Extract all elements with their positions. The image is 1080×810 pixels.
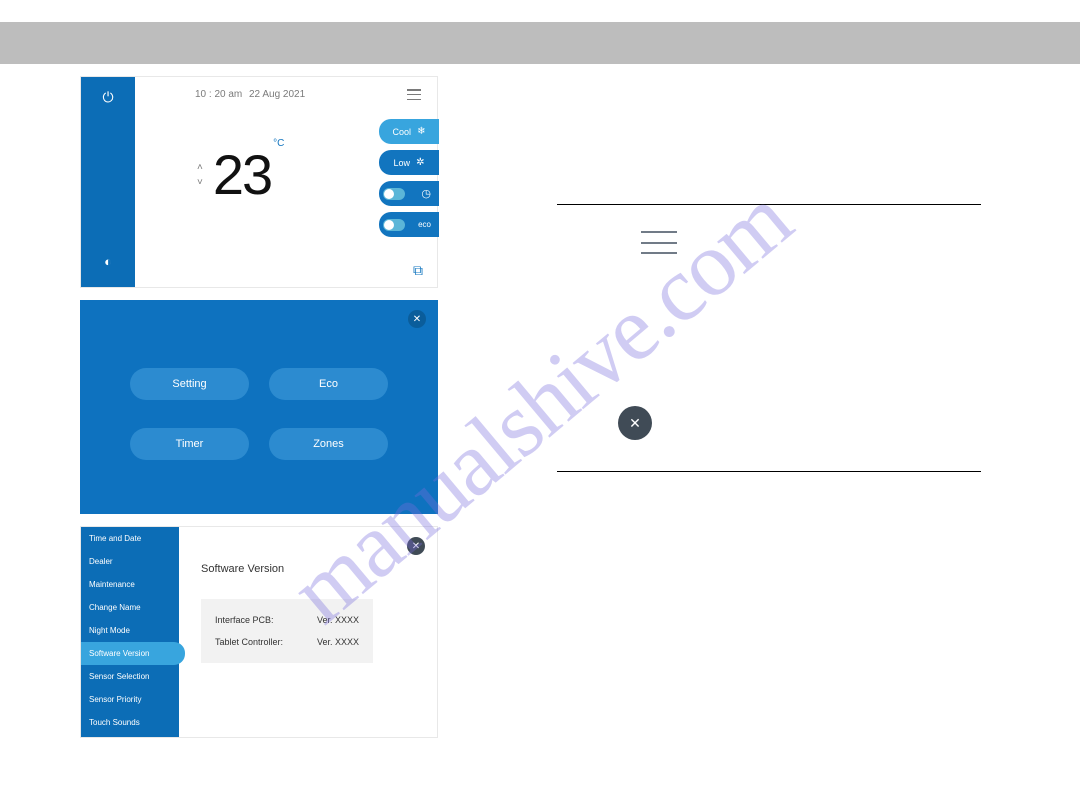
close-icon[interactable]: ✕ xyxy=(407,537,425,555)
fan-speed-button[interactable]: Low ✲ xyxy=(379,150,439,175)
sidebar-item-label: Touch Sounds xyxy=(89,718,140,727)
power-icon[interactable]: ⏻ xyxy=(81,89,135,106)
eco-label: eco xyxy=(418,220,431,229)
sidebar-item-change-name[interactable]: Change Name xyxy=(81,596,179,619)
sidebar-item-time-and-date[interactable]: Time and Date xyxy=(81,527,179,550)
sidebar-item-night-mode[interactable]: Night Mode xyxy=(81,619,179,642)
home-sidebar: ⏻ ◐ xyxy=(81,77,135,287)
menu-label: Timer xyxy=(176,438,204,450)
grey-band xyxy=(0,22,1080,64)
fan-icon: ✲ xyxy=(416,157,424,168)
version-row: Tablet Controller: Ver. XXXX xyxy=(215,637,359,647)
version-row: Interface PCB: Ver. XXXX xyxy=(215,615,359,625)
menu-setting-button[interactable]: Setting xyxy=(130,368,249,400)
hamburger-icon[interactable] xyxy=(641,231,677,254)
home-main: 10 : 20 am 22 Aug 2021 ˄ ˅ 23 °C Cool ❄ … xyxy=(135,77,437,287)
sidebar-item-label: Time and Date xyxy=(89,534,141,543)
clock-time: 10 : 20 am xyxy=(195,89,242,100)
mode-buttons: Cool ❄ Low ✲ ◷ eco xyxy=(379,119,439,237)
menu-label: Setting xyxy=(172,378,206,390)
hamburger-icon[interactable] xyxy=(407,89,421,100)
panel-title: Software Version xyxy=(201,563,419,575)
pill-label: Cool xyxy=(393,127,412,137)
sidebar-item-label: Change Name xyxy=(89,603,141,612)
menu-label: Zones xyxy=(313,438,344,450)
clock-icon: ◷ xyxy=(421,187,431,200)
sidebar-item-maintenance[interactable]: Maintenance xyxy=(81,573,179,596)
menu-zones-button[interactable]: Zones xyxy=(269,428,388,460)
chevron-up-icon[interactable]: ˄ xyxy=(197,162,203,173)
sidebar-item-label: Sensor Priority xyxy=(89,695,141,704)
settings-sidebar: Time and Date Dealer Maintenance Change … xyxy=(81,527,179,737)
eco-toggle[interactable]: eco xyxy=(379,212,439,237)
chevron-down-icon[interactable]: ˅ xyxy=(197,177,203,188)
software-version-screen: Time and Date Dealer Maintenance Change … xyxy=(80,526,438,738)
clock-date: 22 Aug 2021 xyxy=(249,89,305,100)
sidebar-item-touch-sounds[interactable]: Touch Sounds xyxy=(81,711,179,734)
link-icon[interactable]: ⧉ xyxy=(413,262,423,279)
temperature-stepper[interactable]: ˄ ˅ xyxy=(197,162,203,188)
sidebar-item-label: Sensor Selection xyxy=(89,672,149,681)
sidebar-item-software-version[interactable]: Software Version xyxy=(81,642,185,665)
temperature-value: 23 xyxy=(213,147,271,203)
close-icon[interactable]: ✕ xyxy=(408,310,426,328)
night-mode-icon[interactable]: ◐ xyxy=(81,254,135,269)
temperature-unit: °C xyxy=(273,138,284,149)
close-icon[interactable]: ✕ xyxy=(618,406,652,440)
menu-eco-button[interactable]: Eco xyxy=(269,368,388,400)
snowflake-icon: ❄ xyxy=(417,126,425,137)
divider xyxy=(557,471,981,472)
sidebar-item-label: Night Mode xyxy=(89,626,130,635)
pill-label: Low xyxy=(394,158,411,168)
sidebar-item-label: Dealer xyxy=(89,557,113,566)
temperature-display: ˄ ˅ 23 °C xyxy=(197,147,282,203)
white-top-strip xyxy=(0,0,1080,22)
divider xyxy=(557,204,981,205)
menu-label: Eco xyxy=(319,378,338,390)
timer-toggle[interactable]: ◷ xyxy=(379,181,439,206)
settings-menu-grid: Setting Eco Timer Zones xyxy=(80,368,438,460)
menu-timer-button[interactable]: Timer xyxy=(130,428,249,460)
sidebar-item-sensor-selection[interactable]: Sensor Selection xyxy=(81,665,179,688)
version-row-label: Interface PCB: xyxy=(215,615,274,625)
sidebar-item-label: Software Version xyxy=(89,649,149,658)
home-screen: ⏻ ◐ 10 : 20 am 22 Aug 2021 ˄ ˅ 23 °C Coo… xyxy=(80,76,438,288)
switch-icon xyxy=(383,188,405,200)
version-row-value: Ver. XXXX xyxy=(317,615,359,625)
sidebar-item-sensor-priority[interactable]: Sensor Priority xyxy=(81,688,179,711)
software-version-panel: ✕ Software Version Interface PCB: Ver. X… xyxy=(179,527,437,737)
mode-cool-button[interactable]: Cool ❄ xyxy=(379,119,439,144)
settings-menu-screen: ✕ Setting Eco Timer Zones xyxy=(80,300,438,514)
sidebar-item-dealer[interactable]: Dealer xyxy=(81,550,179,573)
sidebar-item-label: Maintenance xyxy=(89,580,135,589)
version-row-label: Tablet Controller: xyxy=(215,637,283,647)
version-box: Interface PCB: Ver. XXXX Tablet Controll… xyxy=(201,599,373,663)
switch-icon xyxy=(383,219,405,231)
version-row-value: Ver. XXXX xyxy=(317,637,359,647)
